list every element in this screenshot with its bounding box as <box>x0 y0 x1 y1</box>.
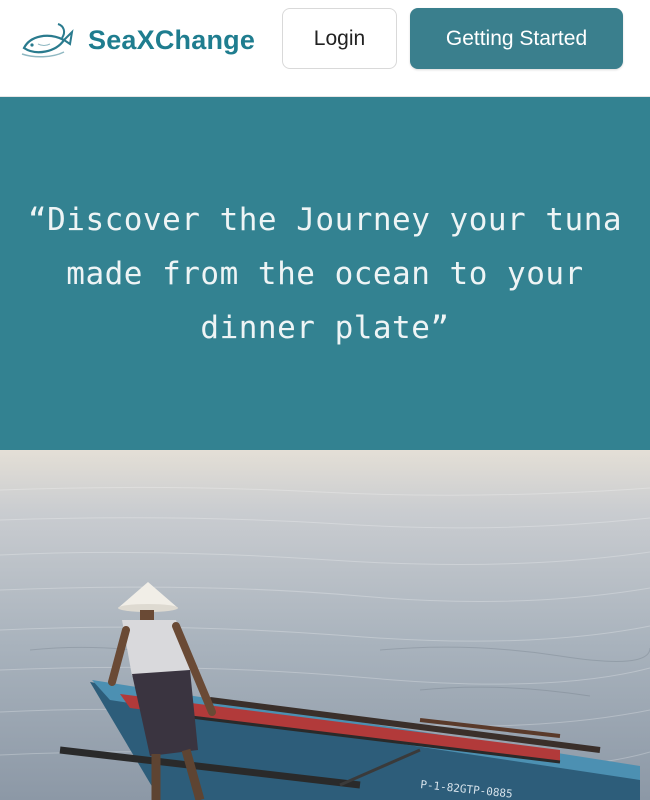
site-header: SeaXChange Login Getting Started <box>0 0 650 97</box>
hero-quote-banner: “Discover the Journey your tuna made fro… <box>0 97 650 450</box>
fisherman-boat-illustration: P-1-82GTP-0885 <box>0 450 650 800</box>
brand-name: SeaXChange <box>88 24 256 55</box>
getting-started-button[interactable]: Getting Started <box>410 8 623 69</box>
hero-quote-text: “Discover the Journey your tuna made fro… <box>27 201 623 346</box>
hero-photo: P-1-82GTP-0885 <box>0 450 650 800</box>
fish-logo-icon <box>21 23 74 58</box>
login-button[interactable]: Login <box>282 8 397 69</box>
brand[interactable]: SeaXChange <box>18 18 255 62</box>
